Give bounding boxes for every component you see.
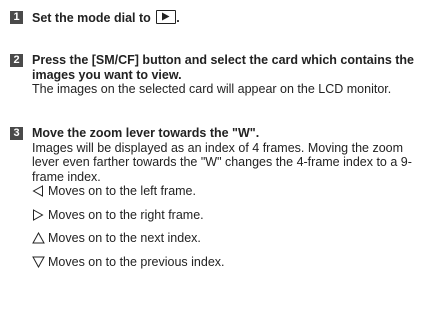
up-triangle-icon	[32, 232, 45, 244]
nav-text: Moves on to the next index.	[48, 231, 201, 245]
step-3: 3 Move the zoom lever towards the "W". I…	[10, 126, 434, 269]
step-body: The images on the selected card will app…	[32, 82, 392, 96]
nav-up: Moves on to the next index.	[32, 231, 434, 246]
step-1: 1 Set the mode dial to .	[10, 10, 434, 26]
step-title: Set the mode dial to .	[32, 10, 434, 26]
step-number: 1	[10, 11, 23, 24]
step-2: 2 Press the [SM/CF] button and select th…	[10, 53, 434, 97]
step-title-text: Set the mode dial to	[32, 11, 151, 25]
step-number: 2	[10, 54, 23, 67]
nav-text: Moves on to the right frame.	[48, 207, 204, 222]
down-triangle-icon	[32, 256, 45, 268]
step-title: Press the [SM/CF] button and select the …	[32, 53, 415, 82]
step-number: 3	[10, 127, 23, 140]
nav-text: Moves on to the left frame.	[48, 184, 196, 198]
left-triangle-icon	[32, 185, 43, 197]
playback-mode-icon	[156, 10, 177, 24]
nav-text: Moves on to the previous index.	[48, 254, 225, 269]
right-triangle-icon	[33, 208, 44, 221]
nav-right: Moves on to the right frame.	[32, 208, 434, 223]
step-body: Images will be displayed as an index of …	[32, 140, 412, 184]
nav-left: Moves on to the left frame.	[32, 184, 434, 199]
nav-down: Moves on to the previous index.	[32, 255, 434, 270]
step-title-period: .	[176, 11, 180, 25]
step-title: Move the zoom lever towards the "W".	[32, 126, 260, 140]
